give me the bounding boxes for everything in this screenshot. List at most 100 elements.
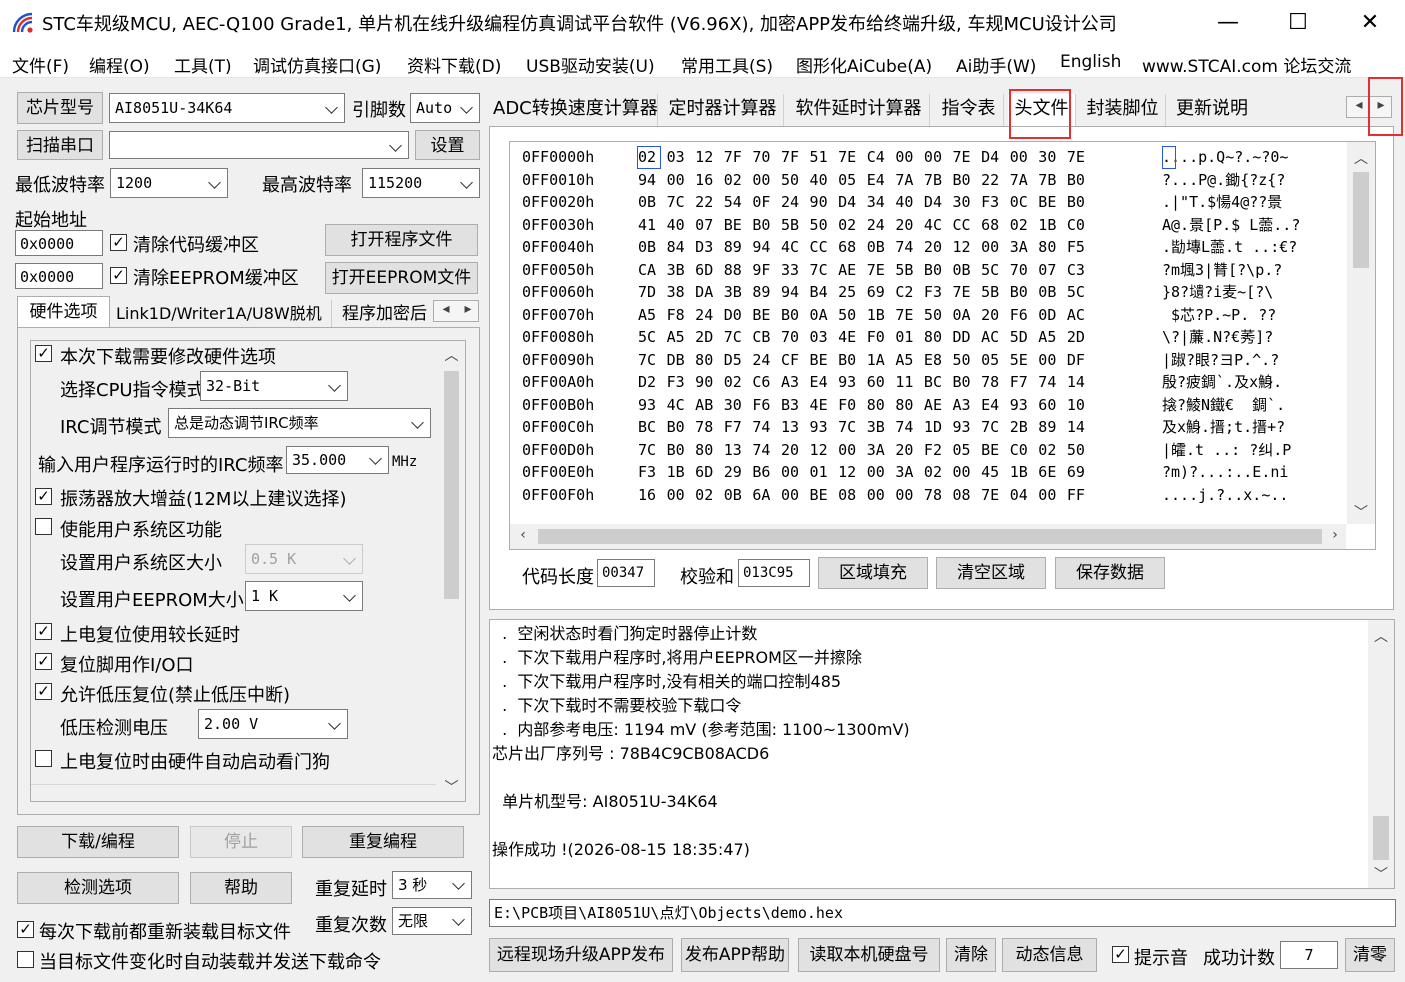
hex-ascii[interactable]: }8?壝?i麦~[?\ [1162, 283, 1273, 301]
menu-tools[interactable]: 工具(T) [174, 52, 232, 77]
hex-ascii[interactable]: ....j.?..x.~.. [1162, 486, 1288, 504]
hex-ascii[interactable]: |皬.t ..: ?纠.P [1162, 441, 1291, 459]
tab-right-arrow-icon[interactable]: ▸ [458, 301, 478, 317]
hex-bytes[interactable]: 0B 7C 22 54 0F 24 90 D4 34 40 D4 30 F3 0… [638, 191, 1162, 214]
code-address-input[interactable]: 0x0000 [15, 230, 103, 256]
tab-package-pins[interactable]: 封装脚位 [1080, 94, 1166, 126]
open-program-button[interactable]: 打开程序文件 [325, 224, 478, 256]
hw-horizontal-scrollbar[interactable] [31, 784, 436, 801]
user-eeprom-size-select[interactable]: 1 K [245, 581, 363, 611]
close-button[interactable]: ✕ [1335, 0, 1405, 46]
hex-bytes[interactable]: 0B 84 D3 89 94 4C CC 68 0B 74 20 12 00 3… [638, 236, 1162, 259]
hex-bytes[interactable]: D2 F3 90 02 C6 A3 E4 93 60 11 BC B0 78 F… [638, 371, 1162, 394]
scroll-down-icon[interactable]: ﹀ [438, 777, 465, 797]
minimize-button[interactable]: — [1193, 0, 1263, 46]
stop-button[interactable]: 停止 [190, 826, 292, 858]
download-program-button[interactable]: 下载/编程 [17, 826, 179, 858]
clear-eeprom-checkbox[interactable] [110, 267, 127, 284]
hex-ascii[interactable]: \?|薕.N?€莠]? [1162, 328, 1273, 346]
scan-port-button[interactable]: 扫描串口 [17, 130, 103, 160]
scroll-up-icon[interactable]: ︿ [1368, 626, 1394, 646]
file-path-field[interactable]: E:\PCB项目\AI8051U\点灯\Objects\demo.hex [489, 899, 1396, 927]
tab-hardware-options[interactable]: 硬件选项 [17, 296, 110, 328]
repeat-delay-select[interactable]: 3 秒 [392, 871, 472, 899]
auto-send-checkbox[interactable] [17, 951, 34, 968]
hex-ascii[interactable]: $芯?P.~P. ?? [1162, 306, 1276, 324]
hex-horizontal-scrollbar[interactable]: ‹ › [510, 524, 1346, 549]
reload-checkbox[interactable] [17, 921, 34, 938]
hex-bytes[interactable]: 02 03 12 7F 70 7F 51 7E C4 00 00 7E D4 0… [638, 146, 1162, 169]
tab-offline[interactable]: Link1D/Writer1A/U8W脱机 [110, 300, 332, 328]
hex-ascii[interactable]: .勓塼L蘦.t ..:€? [1162, 238, 1297, 256]
scroll-thumb[interactable] [538, 529, 1322, 544]
tab-instruction-table[interactable]: 指令表 [934, 94, 1004, 126]
tab-adc-calculator[interactable]: ADC转换速度计算器 [493, 94, 658, 126]
hex-bytes[interactable]: 7D 38 DA 3B 89 94 B4 25 69 C2 F3 7E 5B B… [638, 281, 1162, 304]
hex-bytes[interactable]: 93 4C AB 30 F6 B3 4E F0 80 80 AE A3 E4 9… [638, 394, 1162, 417]
dynamic-info-button[interactable]: 动态信息 [1002, 938, 1097, 972]
menu-common-tools[interactable]: 常用工具(S) [681, 52, 773, 77]
modify-hw-checkbox[interactable] [35, 345, 52, 362]
irc-freq-select[interactable]: 35.000 [286, 446, 389, 474]
irc-mode-select[interactable]: 总是动态调节IRC频率 [168, 408, 431, 438]
hex-ascii[interactable]: |踧?眼?ヨP.^.? [1162, 351, 1279, 369]
log-vertical-scrollbar[interactable]: ︿ ﹀ [1368, 620, 1394, 888]
hex-ascii[interactable]: 及x鯓.搢;t.搢+? [1162, 418, 1285, 436]
hex-bytes[interactable]: 7C B0 80 13 74 20 12 00 3A 20 F2 05 BE C… [638, 439, 1162, 462]
scroll-thumb[interactable] [1353, 172, 1369, 268]
hex-ascii[interactable]: 殷?疲錭`.及x鯓. [1162, 373, 1282, 391]
hex-ascii[interactable]: ?m)?...:..E.ni [1162, 463, 1288, 481]
long-delay-checkbox[interactable] [35, 623, 52, 640]
reset-io-checkbox[interactable] [35, 653, 52, 670]
tab-encryption[interactable]: 程序加密后 [336, 300, 432, 328]
hex-ascii[interactable]: .|"T.$愓4@??景 [1162, 193, 1282, 211]
menu-ai-assistant[interactable]: Ai助手(W) [956, 52, 1036, 77]
hex-vertical-scrollbar[interactable]: ︿ ﹀ [1347, 142, 1375, 524]
scroll-right-icon[interactable]: › [1326, 527, 1344, 543]
check-options-button[interactable]: 检测选项 [17, 872, 179, 904]
menu-downloads[interactable]: 资料下载(D) [407, 52, 501, 77]
publish-help-button[interactable]: 发布APP帮助 [681, 938, 789, 972]
hex-bytes[interactable]: BC B0 78 F7 74 13 93 7C 3B 74 1D 93 7C 2… [638, 416, 1162, 439]
reset-count-button[interactable]: 清零 [1345, 938, 1395, 972]
menu-debug-interface[interactable]: 调试仿真接口(G) [253, 52, 381, 77]
read-disk-id-button[interactable]: 读取本机硬盘号 [798, 938, 940, 972]
chip-model-button[interactable]: 芯片型号 [17, 92, 103, 124]
beep-checkbox[interactable] [1112, 946, 1129, 963]
hex-bytes[interactable]: 94 00 16 02 00 50 40 05 E4 7A 7B B0 22 7… [638, 169, 1162, 192]
clear-area-button[interactable]: 清空区域 [936, 557, 1046, 589]
serial-port-select[interactable] [109, 131, 409, 159]
watchdog-checkbox[interactable] [35, 750, 52, 767]
menu-english[interactable]: English [1060, 52, 1121, 72]
cpu-mode-select[interactable]: 32-Bit [200, 371, 348, 401]
tab-release-notes[interactable]: 更新说明 [1170, 94, 1254, 126]
clear-code-checkbox[interactable] [110, 234, 127, 251]
menu-file[interactable]: 文件(F) [12, 52, 69, 77]
scroll-left-icon[interactable]: ‹ [514, 527, 532, 543]
fill-area-button[interactable]: 区域填充 [818, 557, 928, 589]
hex-bytes[interactable]: 41 40 07 BE B0 5B 50 02 24 20 4C CC 68 0… [638, 214, 1162, 237]
hex-bytes[interactable]: A5 F8 24 D0 BE B0 0A 50 1B 7E 50 0A 20 F… [638, 304, 1162, 327]
hex-bytes[interactable]: 5C A5 2D 7C CB 70 03 4E F0 01 80 DD AC 5… [638, 326, 1162, 349]
chip-model-select[interactable]: AI8051U-34K64 [109, 93, 345, 123]
osc-gain-checkbox[interactable] [35, 488, 52, 505]
scroll-thumb[interactable] [1373, 816, 1389, 860]
clear-log-button[interactable]: 清除 [946, 938, 996, 972]
remote-upgrade-button[interactable]: 远程现场升级APP发布 [489, 938, 673, 972]
menu-usb-driver[interactable]: USB驱动安装(U) [526, 52, 655, 77]
pin-count-select[interactable]: Auto [410, 93, 480, 123]
hex-ascii[interactable]: ....p.Q~?.~?0~ [1162, 148, 1288, 166]
repeat-count-select[interactable]: 无限 [392, 907, 472, 935]
hw-vertical-scrollbar[interactable]: ︿ ﹀ [438, 341, 465, 801]
scroll-down-icon[interactable]: ﹀ [1347, 502, 1375, 522]
scroll-up-icon[interactable]: ︿ [1347, 148, 1375, 168]
scroll-thumb[interactable] [444, 371, 459, 599]
tab-delay-calculator[interactable]: 软件延时计算器 [788, 94, 930, 126]
user-sys-size-select[interactable]: 0.5 K [245, 544, 363, 574]
hex-ascii[interactable]: ?...P@.鋤{?z{? [1162, 171, 1285, 189]
menu-forum[interactable]: www.STCAI.com 论坛交流 [1142, 52, 1351, 77]
hex-bytes[interactable]: 7C DB 80 D5 24 CF BE B0 1A A5 E8 50 05 5… [638, 349, 1162, 372]
hex-ascii[interactable]: A@.景[P.$ L蘦..? [1162, 216, 1300, 234]
tab-left-arrow-icon[interactable]: ◂ [1349, 97, 1369, 113]
hex-bytes[interactable]: 16 00 02 0B 6A 00 BE 08 00 00 78 08 7E 0… [638, 484, 1162, 507]
